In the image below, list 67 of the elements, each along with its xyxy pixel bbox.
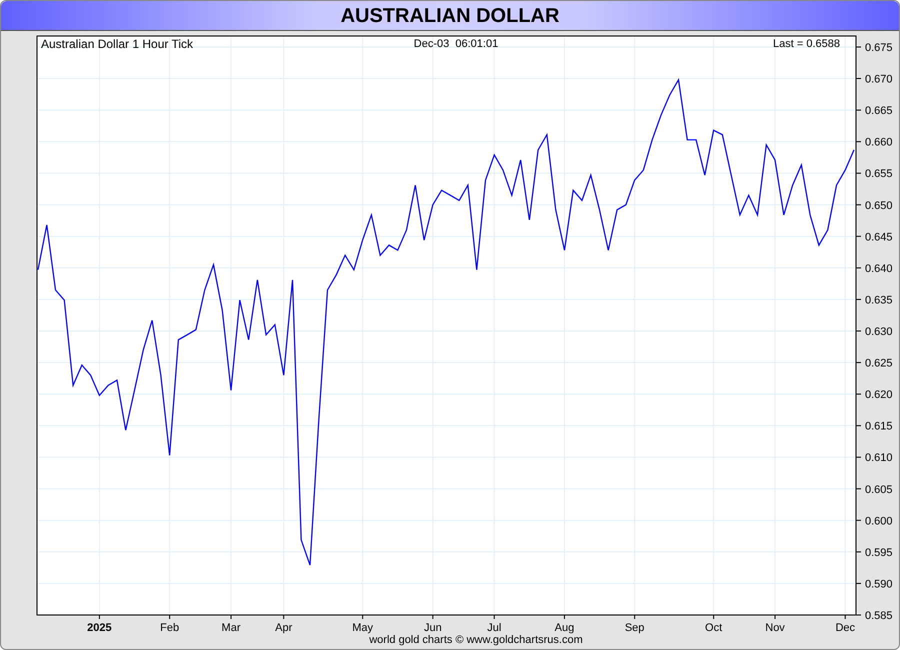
- x-tick-label: Oct: [705, 614, 722, 634]
- x-tick-label: Feb: [160, 614, 180, 634]
- y-tick-label: 0.600: [856, 515, 893, 528]
- y-tick-label: 0.635: [865, 294, 893, 306]
- y-tick-label: 0.590: [856, 578, 893, 590]
- y-tick-label: 0.600: [865, 515, 893, 528]
- last-price: Last = 0.6588: [773, 38, 840, 50]
- x-tick-label: May: [352, 614, 374, 634]
- y-tick-label: 0.615: [856, 420, 893, 433]
- y-tick-label: 0.640: [865, 262, 893, 275]
- x-tick-label: Aug: [554, 614, 574, 634]
- y-tick-label: 0.610: [856, 452, 893, 464]
- y-tick-label: 0.625: [865, 358, 893, 370]
- y-tick-label: 0.645: [865, 231, 893, 244]
- timestamp: Dec-03 06:01:01: [414, 38, 498, 50]
- x-tick-label: Feb: [160, 622, 180, 634]
- x-tick-label: Oct: [705, 622, 722, 634]
- x-tick-label: Jul: [487, 614, 502, 634]
- x-tick-label: 2025: [87, 622, 112, 634]
- y-tick-label: 0.660: [856, 136, 893, 149]
- y-tick-label: 0.620: [865, 389, 893, 402]
- y-tick-label: 0.625: [856, 358, 893, 370]
- y-tick-label: 0.620: [856, 389, 893, 402]
- y-tick-label: 0.640: [856, 262, 893, 275]
- y-tick-label: 0.650: [865, 200, 893, 212]
- x-tick-label: Nov: [765, 614, 785, 634]
- y-tick-label: 0.595: [856, 546, 893, 559]
- x-tick-label: Jun: [424, 614, 442, 634]
- x-tick-label: May: [352, 622, 374, 634]
- y-tick-label: 0.585: [856, 610, 893, 622]
- y-tick-label: 0.605: [865, 484, 893, 496]
- y-tick-label: 0.675: [856, 42, 893, 54]
- y-tick-label: 0.610: [865, 452, 893, 464]
- y-tick-label: 0.595: [865, 546, 893, 559]
- y-tick-label: 0.670: [865, 74, 893, 86]
- x-tick-label: Aug: [554, 622, 574, 634]
- x-tick-label: Sep: [624, 614, 644, 634]
- window-title: AUSTRALIAN DOLLAR: [340, 4, 560, 28]
- y-tick-label: 0.650: [856, 200, 893, 212]
- x-tick-label: Dec: [835, 622, 856, 634]
- y-tick-label: 0.675: [865, 42, 893, 54]
- x-tick-label: Apr: [275, 622, 293, 634]
- x-tick-label: Sep: [624, 622, 644, 634]
- y-tick-label: 0.665: [865, 105, 893, 118]
- x-tick-label: Jun: [424, 622, 442, 634]
- y-tick-label: 0.605: [856, 484, 893, 496]
- y-tick-label: 0.655: [865, 168, 893, 180]
- x-tick-label: Jul: [487, 622, 502, 634]
- y-tick-label: 0.660: [865, 136, 893, 149]
- chart-title: Australian Dollar 1 Hour Tick: [41, 37, 194, 51]
- x-tick-label: Apr: [275, 614, 292, 634]
- x-tick-label: Mar: [222, 614, 240, 634]
- y-tick-label: 0.635: [856, 294, 893, 306]
- y-tick-label: 0.590: [865, 578, 893, 590]
- x-tick-label: 2025: [87, 614, 112, 634]
- y-tick-label: 0.665: [856, 105, 893, 118]
- y-tick-label: 0.645: [856, 231, 893, 244]
- y-tick-label: 0.630: [856, 326, 893, 338]
- y-tick-label: 0.630: [865, 326, 893, 338]
- y-tick-label: 0.615: [865, 420, 893, 433]
- x-tick-label: Dec: [835, 614, 855, 634]
- y-tick-label: 0.655: [856, 168, 893, 180]
- x-tick-label: Mar: [222, 622, 241, 634]
- y-tick-label: 0.585: [865, 610, 893, 622]
- y-tick-label: 0.670: [856, 74, 893, 86]
- x-tick-label: Nov: [765, 622, 786, 634]
- footer-credit: world gold charts © www.goldchartsrus.com: [369, 634, 583, 646]
